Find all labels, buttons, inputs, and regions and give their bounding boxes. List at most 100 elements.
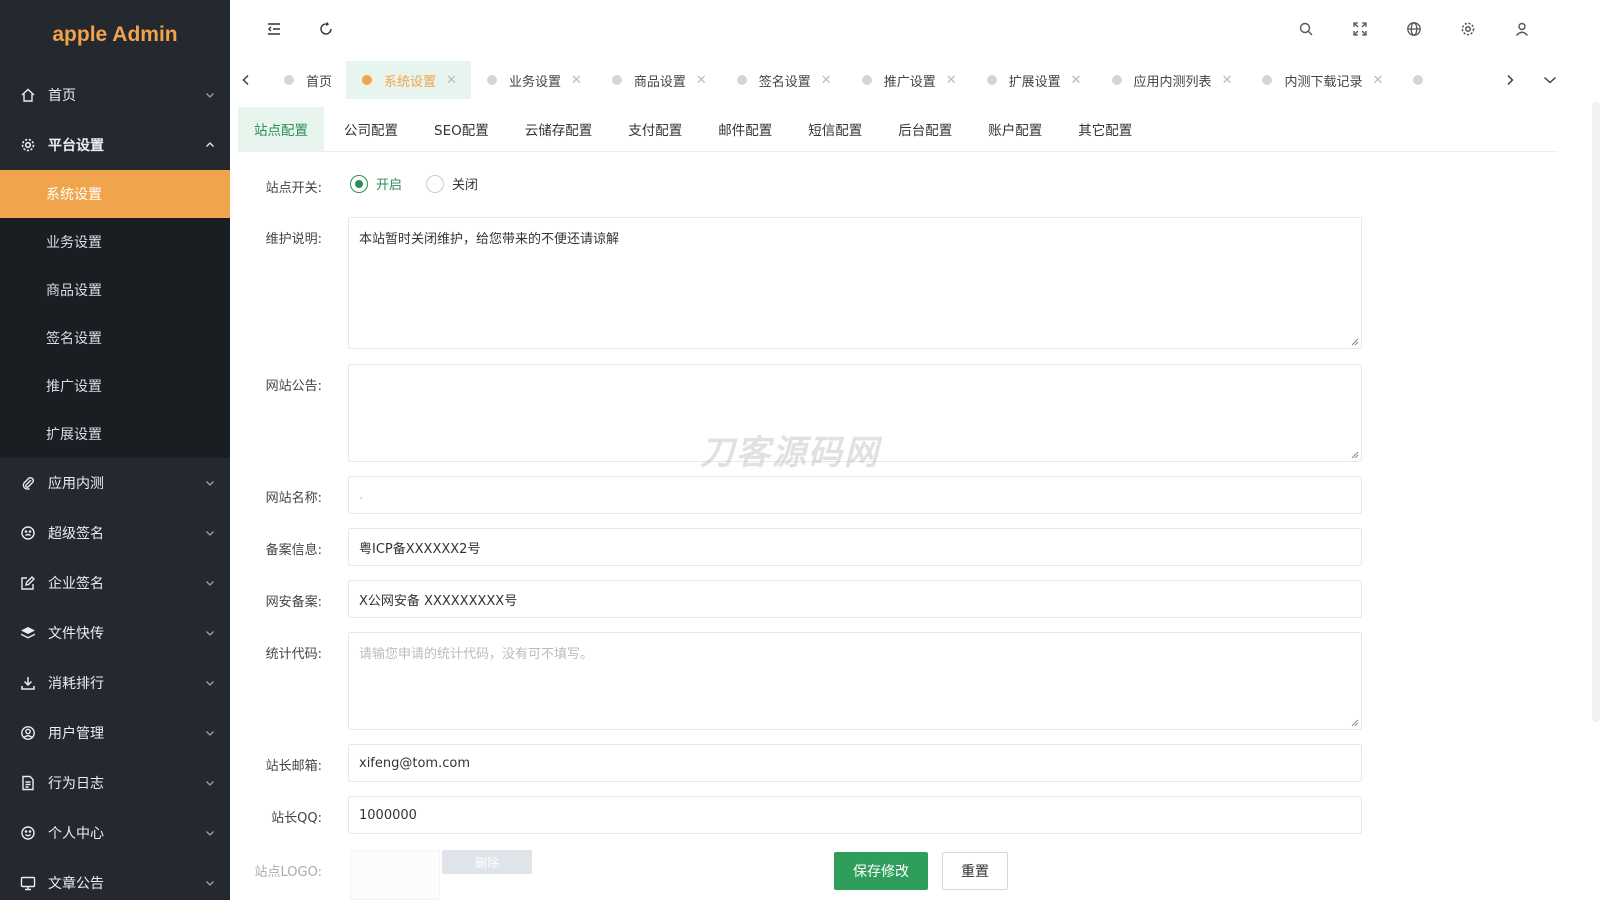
close-icon[interactable]: ✕: [1222, 73, 1233, 88]
top-header: [230, 0, 1600, 58]
chevron-down-icon: [204, 827, 216, 839]
reset-button[interactable]: 重置: [942, 852, 1008, 890]
radio-label: 开启: [376, 178, 403, 193]
close-icon[interactable]: ✕: [821, 73, 832, 88]
tab-home[interactable]: 首页: [268, 61, 346, 99]
form-row-email: 站长邮箱: xifeng@tom.com: [238, 744, 1558, 782]
sidebar-item-consumption-ranking[interactable]: 消耗排行: [0, 658, 230, 708]
tab-label: 内测下载记录: [1284, 74, 1363, 90]
tab-overflow[interactable]: [1397, 61, 1449, 99]
tab-dot: [1262, 75, 1273, 85]
tab-app-beta-list[interactable]: 应用内测列表 ✕: [1096, 61, 1247, 99]
sidebar-item-label: 文件快传: [48, 626, 104, 642]
sidebar-item-enterprise-signature[interactable]: 企业签名: [0, 558, 230, 608]
sidebar-item-app-beta[interactable]: 应用内测: [0, 458, 230, 508]
user-icon[interactable]: [1512, 19, 1532, 39]
tab-beta-download-records[interactable]: 内测下载记录 ✕: [1246, 61, 1397, 99]
form-row-notice: 网站公告:: [238, 364, 1558, 462]
tab-label: 扩展设置: [1008, 74, 1061, 90]
tab-signature-settings[interactable]: 签名设置 ✕: [721, 61, 846, 99]
chevron-up-icon: [204, 139, 216, 151]
sidebar-subitem-system-settings[interactable]: 系统设置: [0, 170, 230, 218]
stats-textarea[interactable]: 请输您申请的统计代码，没有可不填写。: [348, 632, 1362, 730]
tab-promotion-settings[interactable]: 推广设置 ✕: [846, 61, 971, 99]
sidebar-item-behavior-log[interactable]: 行为日志: [0, 758, 230, 808]
tabs-dropdown-button[interactable]: [1540, 70, 1560, 90]
globe-icon[interactable]: [1404, 19, 1424, 39]
subtab-cloud-storage-config[interactable]: 云储存配置: [509, 107, 609, 151]
chevron-down-icon: [204, 777, 216, 789]
subtab-seo-config[interactable]: SEO配置: [418, 107, 505, 151]
subtab-backend-config[interactable]: 后台配置: [882, 107, 968, 151]
sidebar-item-super-signature[interactable]: 超级签名: [0, 508, 230, 558]
sidebar-item-personal-center[interactable]: 个人中心: [0, 808, 230, 858]
page-tabs-bar: 首页 系统设置 ✕ 业务设置 ✕ 商品设置 ✕ 签名设置 ✕ 推广设置 ✕ 扩展设置 ✕ 应…: [230, 58, 1600, 102]
email-input[interactable]: xifeng@tom.com: [348, 744, 1362, 782]
close-icon[interactable]: ✕: [1071, 73, 1082, 88]
sidebar-subitem-extension-settings[interactable]: 扩展设置: [0, 410, 230, 458]
tab-label: 业务设置: [508, 74, 561, 90]
radio-label: 关闭: [452, 178, 479, 193]
sidebar-subitem-promotion-settings[interactable]: 推广设置: [0, 362, 230, 410]
subtab-payment-config[interactable]: 支付配置: [612, 107, 698, 151]
subtab-other-config[interactable]: 其它配置: [1062, 107, 1148, 151]
sidebar-item-file-transfer[interactable]: 文件快传: [0, 608, 230, 658]
close-icon[interactable]: ✕: [571, 73, 582, 88]
close-icon[interactable]: ✕: [1372, 73, 1383, 88]
radio-site-off[interactable]: 关闭: [426, 174, 478, 193]
layers-icon: [20, 625, 36, 641]
save-button[interactable]: 保存修改: [834, 852, 928, 890]
logo-preview[interactable]: [350, 850, 440, 900]
maintenance-textarea[interactable]: 本站暂时关闭维护，给您带来的不便还请谅解: [348, 217, 1362, 349]
icp-label: 备案信息:: [265, 543, 322, 558]
page-scrollbar[interactable]: [1592, 102, 1600, 722]
site-name-input[interactable]: .: [348, 476, 1362, 514]
police-input[interactable]: X公网安备 XXXXXXXXX号: [348, 580, 1362, 618]
logo-delete-button[interactable]: 删除: [442, 850, 532, 874]
tab-product-settings[interactable]: 商品设置 ✕: [596, 61, 721, 99]
file-icon: [20, 775, 36, 791]
email-label: 站长邮箱:: [265, 759, 322, 774]
notice-textarea[interactable]: [348, 364, 1362, 462]
icp-input[interactable]: 粤ICP备XXXXXX2号: [348, 528, 1362, 566]
close-icon[interactable]: ✕: [696, 73, 707, 88]
monitor-icon: [20, 875, 36, 891]
resize-handle-icon[interactable]: [1351, 451, 1359, 459]
gear-icon[interactable]: [1458, 19, 1478, 39]
resize-handle-icon[interactable]: [1351, 338, 1359, 346]
subtab-company-config[interactable]: 公司配置: [328, 107, 414, 151]
sidebar-subitem-product-settings[interactable]: 商品设置: [0, 266, 230, 314]
sidebar: apple Admin 首页 平台设置 系统设置 业务设置 商品设置 签名设置 …: [0, 0, 230, 900]
subtab-sms-config[interactable]: 短信配置: [792, 107, 878, 151]
sidebar-item-user-management[interactable]: 用户管理: [0, 708, 230, 758]
qq-input[interactable]: 1000000: [348, 796, 1362, 834]
close-icon[interactable]: ✕: [446, 73, 457, 88]
sidebar-subitem-business-settings[interactable]: 业务设置: [0, 218, 230, 266]
sidebar-item-label: 平台设置: [48, 138, 104, 154]
subtab-site-config[interactable]: 站点配置: [238, 107, 324, 151]
sidebar-item-label: 用户管理: [48, 726, 104, 742]
sidebar-item-home[interactable]: 首页: [0, 70, 230, 120]
search-icon[interactable]: [1296, 19, 1316, 39]
chevron-down-icon: [204, 89, 216, 101]
sidebar-item-platform-settings[interactable]: 平台设置: [0, 120, 230, 170]
form-row-police: 网安备案: X公网安备 XXXXXXXXX号: [238, 580, 1558, 618]
subtab-mail-config[interactable]: 邮件配置: [702, 107, 788, 151]
refresh-icon[interactable]: [316, 19, 336, 39]
tabs-prev-button[interactable]: [236, 70, 256, 90]
tab-system-settings[interactable]: 系统设置 ✕: [346, 61, 471, 99]
menu-fold-icon[interactable]: [264, 19, 284, 39]
close-icon[interactable]: ✕: [946, 73, 957, 88]
tabs-next-button[interactable]: [1500, 70, 1520, 90]
logo-label: 站点LOGO:: [254, 865, 322, 880]
subtab-account-config[interactable]: 账户配置: [972, 107, 1058, 151]
tab-extension-settings[interactable]: 扩展设置 ✕: [971, 61, 1096, 99]
radio-site-on[interactable]: 开启: [350, 174, 402, 193]
tab-business-settings[interactable]: 业务设置 ✕: [471, 61, 596, 99]
tab-dot: [284, 75, 294, 85]
sidebar-subitem-signature-settings[interactable]: 签名设置: [0, 314, 230, 362]
form-row-site-name: 网站名称: .: [238, 476, 1558, 514]
fullscreen-icon[interactable]: [1350, 19, 1370, 39]
resize-handle-icon[interactable]: [1351, 719, 1359, 727]
sidebar-item-article-announcement[interactable]: 文章公告: [0, 858, 230, 900]
